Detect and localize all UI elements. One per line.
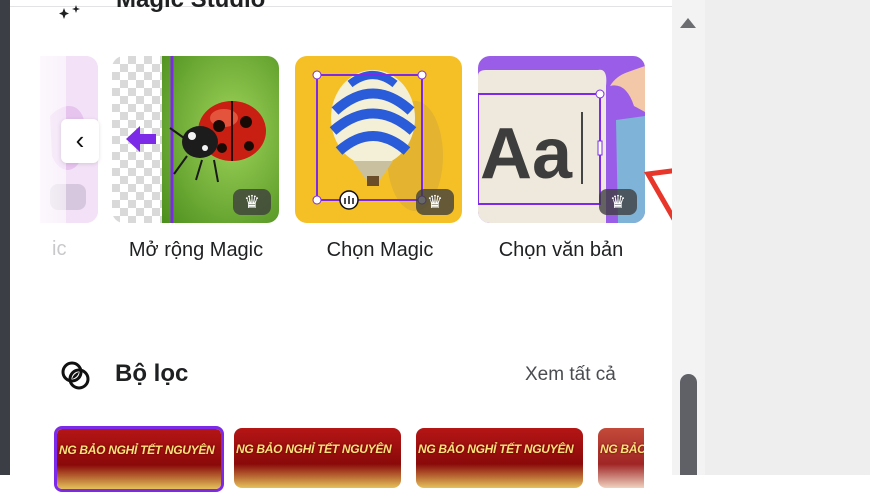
magic-grab-label: Chọn Magic: [326, 239, 434, 261]
filter-thumbnail-image: [234, 428, 401, 488]
canvas-area: [705, 0, 870, 475]
magic-expand-card[interactable]: ♛: [112, 56, 279, 223]
premium-crown-icon: ♛: [416, 189, 454, 215]
magic-expand-label: Mở rộng Magic: [128, 239, 264, 261]
window-edge: [0, 0, 10, 475]
text-select-card[interactable]: Aa ♛: [478, 56, 645, 223]
filters-title: Bộ lọc: [115, 360, 189, 387]
carousel-fade: [10, 40, 66, 310]
divider: [10, 6, 706, 7]
text-select-label: Chọn văn bản: [498, 239, 624, 261]
magic-sparkle-icon: [59, 5, 80, 19]
filter-thumbnail-image: [598, 428, 644, 488]
carousel-prev-button[interactable]: ‹: [61, 119, 99, 163]
filter-thumbnail[interactable]: NG BẢO NGHỈ TẾT NGUYÊN: [234, 428, 401, 488]
filter-thumbnail[interactable]: NG BẢO NGHỈ TẾT NGUYÊN: [416, 428, 583, 488]
magic-grab-card[interactable]: ♛: [295, 56, 462, 223]
partial-card-label: ic: [52, 238, 67, 260]
filter-thumbnail-image: [57, 429, 221, 489]
see-all-link[interactable]: Xem tất cả: [525, 364, 616, 386]
scrollbar-thumb[interactable]: [680, 374, 697, 475]
premium-crown-icon: ♛: [599, 189, 637, 215]
thumbnail-text: NG BẢO NGHỈ TẾT NGUYÊN: [236, 442, 392, 456]
filter-thumbnail[interactable]: NG BẢO NGHỈ TẾT NGUYÊN: [54, 426, 224, 492]
thumbnail-text: NG BẢO NGHỈ TẾT NGUYÊN: [418, 442, 574, 456]
premium-crown-icon: ♛: [233, 189, 271, 215]
filter-icon: [61, 361, 90, 390]
filter-thumbnail[interactable]: NG BẢO NGHỈ TẾT NGUYÊN: [598, 428, 644, 488]
magic-studio-title: Magic Studio: [116, 0, 265, 14]
thumbnail-text: NG BẢO NGHỈ TẾT NGUYÊN: [59, 443, 215, 457]
scroll-up-arrow-icon[interactable]: [680, 18, 696, 28]
thumbnail-text: NG BẢO NGHỈ TẾT NGUYÊN: [600, 442, 644, 456]
filter-thumbnail-image: [416, 428, 583, 488]
sample-text-glyphs: Aa: [480, 114, 573, 194]
